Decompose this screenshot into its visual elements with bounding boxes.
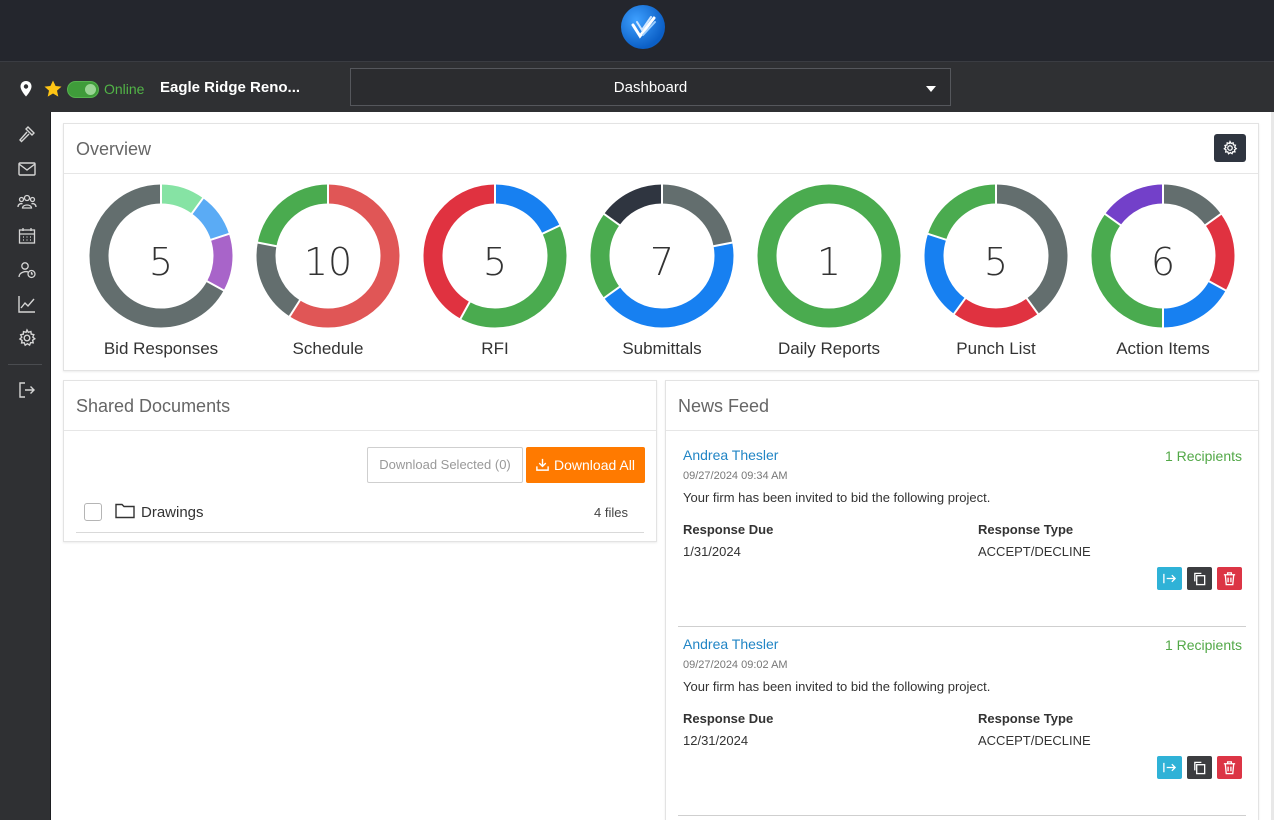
online-status: Online [104, 81, 145, 97]
donut-value: 6 [1150, 240, 1176, 284]
download-all-label: Download All [554, 457, 635, 473]
donut-label: Schedule [292, 339, 364, 358]
overview-settings-button[interactable] [1214, 134, 1246, 162]
document-file-count: 4 files [594, 505, 628, 520]
response-due-value: 12/31/2024 [683, 733, 749, 748]
news-item: Andrea Thesler 1 Recipients 09/27/2024 0… [678, 636, 1246, 816]
shared-documents-title: Shared Documents [76, 396, 231, 416]
share-icon [1163, 573, 1177, 584]
copy-button[interactable] [1187, 567, 1212, 590]
donut-value: 1 [816, 240, 842, 284]
overview-card: Overview 5 Bid Responses 10 Schedule 5 RFI 7 Su… [63, 123, 1259, 371]
gear-icon[interactable] [17, 328, 37, 348]
share-button[interactable] [1157, 567, 1182, 590]
news-author[interactable]: Andrea Thesler [683, 636, 778, 652]
chevron-down-icon [926, 86, 936, 92]
project-name[interactable]: Eagle Ridge Reno... [160, 79, 300, 96]
news-date: 09/27/2024 09:02 AM [683, 659, 788, 671]
donut-value: 5 [148, 240, 174, 284]
download-selected-button[interactable]: Download Selected (0) [367, 447, 523, 483]
checkmark-logo-icon[interactable] [621, 5, 665, 49]
donut-daily-reports[interactable]: 1 Daily Reports [754, 183, 904, 361]
donut-label: Bid Responses [103, 339, 219, 358]
response-due-label: Response Due [683, 711, 774, 726]
folder-icon [115, 503, 135, 519]
donut-label: RFI [481, 339, 509, 358]
overview-header [64, 124, 1258, 174]
donut-label: Submittals [622, 339, 702, 358]
donut-value: 10 [303, 240, 353, 284]
overview-title: Overview [76, 139, 152, 159]
news-message: Your firm has been invited to bid the fo… [683, 490, 991, 505]
document-checkbox[interactable] [84, 503, 102, 521]
response-type-label: Response Type [978, 711, 1074, 726]
response-type-value: ACCEPT/DECLINE [978, 733, 1091, 748]
donut-label: Daily Reports [777, 339, 881, 358]
donut-label: Action Items [1116, 339, 1210, 358]
news-feed-card: News Feed Andrea Thesler 1 Recipients 09… [665, 380, 1259, 820]
copy-icon [1194, 572, 1206, 586]
shared-documents-card: Shared Documents Download Selected (0) D… [63, 380, 657, 542]
mail-icon[interactable] [17, 159, 37, 179]
map-pin-icon[interactable] [19, 80, 33, 98]
hammer-icon[interactable] [17, 124, 37, 144]
calendar-icon[interactable] [17, 226, 37, 246]
response-due-label: Response Due [683, 522, 774, 537]
news-item: Andrea Thesler 1 Recipients 09/27/2024 0… [678, 447, 1246, 627]
donut-value: 5 [983, 240, 1009, 284]
donut-submittals[interactable]: 7 Submittals [587, 183, 737, 361]
donut-bid-responses[interactable]: 5 Bid Responses [86, 183, 236, 361]
star-icon[interactable] [43, 79, 63, 99]
document-row[interactable]: Drawings 4 files [76, 496, 644, 533]
users-icon[interactable] [17, 192, 37, 212]
response-type-value: ACCEPT/DECLINE [978, 544, 1091, 559]
top-bar [0, 0, 1274, 62]
view-selector-value: Dashboard [613, 79, 688, 96]
donut-rfi[interactable]: 5 RFI [420, 183, 570, 361]
donut-punch-list[interactable]: 5 Punch List [921, 183, 1071, 361]
response-due-value: 1/31/2024 [683, 544, 741, 559]
copy-button[interactable] [1187, 756, 1212, 779]
logout-icon[interactable] [17, 380, 37, 400]
download-all-button[interactable]: Download All [526, 447, 645, 483]
chart-line-icon[interactable] [17, 294, 37, 314]
donut-value: 7 [649, 240, 675, 284]
news-recipients[interactable]: 1 Recipients [1165, 637, 1242, 653]
user-clock-icon[interactable] [17, 260, 37, 280]
response-type-label: Response Type [978, 522, 1074, 537]
sidebar-divider [8, 364, 42, 365]
news-date: 09/27/2024 09:34 AM [683, 470, 788, 482]
donut-value: 5 [482, 240, 508, 284]
news-message: Your firm has been invited to bid the fo… [683, 679, 991, 694]
share-button[interactable] [1157, 756, 1182, 779]
donut-label: Punch List [956, 339, 1036, 358]
news-author[interactable]: Andrea Thesler [683, 447, 778, 463]
donut-action-items[interactable]: 6 Action Items [1088, 183, 1238, 361]
share-icon [1163, 762, 1177, 773]
sidebar [0, 112, 51, 820]
trash-icon [1223, 761, 1236, 775]
news-feed-title: News Feed [678, 396, 770, 416]
donut-schedule[interactable]: 10 Schedule [253, 183, 403, 361]
trash-icon [1223, 572, 1236, 586]
copy-icon [1194, 761, 1206, 775]
online-toggle[interactable] [67, 81, 99, 98]
news-recipients[interactable]: 1 Recipients [1165, 448, 1242, 464]
delete-button[interactable] [1217, 567, 1242, 590]
view-selector[interactable]: Dashboard [350, 68, 951, 106]
download-icon [536, 458, 549, 471]
document-name[interactable]: Drawings [141, 504, 204, 521]
delete-button[interactable] [1217, 756, 1242, 779]
gear-icon [1223, 140, 1238, 155]
